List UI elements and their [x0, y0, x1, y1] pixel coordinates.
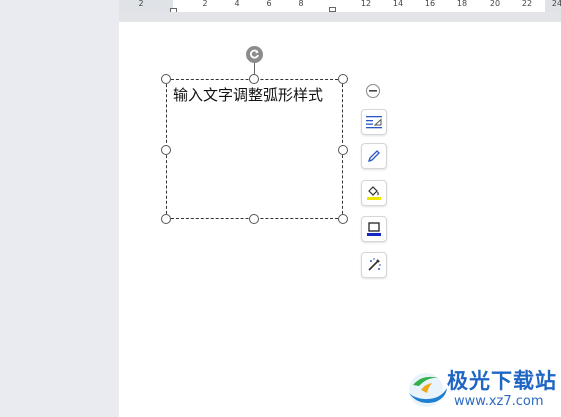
ruler-label: 20: [489, 0, 501, 8]
ruler-label: 4: [234, 0, 240, 8]
ruler-label: 8: [298, 0, 304, 8]
left-gutter: [0, 0, 119, 417]
ruler-label: 18: [456, 0, 468, 8]
watermark-url: www.xz7.com: [454, 394, 544, 409]
resize-handle-right[interactable]: [338, 145, 348, 155]
resize-handle-bottom-right[interactable]: [338, 214, 348, 224]
shape-effects-button[interactable]: [361, 252, 387, 278]
ruler-label: 22: [521, 0, 533, 8]
rotate-handle[interactable]: [246, 46, 263, 63]
wand-icon: [368, 258, 381, 271]
rotate-icon: [250, 49, 259, 59]
resize-handle-top-left[interactable]: [161, 74, 171, 84]
text-wrap-icon: [366, 116, 382, 129]
shape-fill-button[interactable]: [361, 180, 387, 206]
layout-options-button[interactable]: [361, 109, 387, 135]
ruler-label: 14: [392, 0, 404, 8]
ruler-label: 24: [551, 0, 561, 8]
shape-style-button[interactable]: [361, 143, 387, 169]
ruler-label: 12: [360, 0, 372, 8]
rotation-handle-stem: [254, 62, 255, 74]
resize-handle-top[interactable]: [249, 74, 259, 84]
text-box-content[interactable]: 输入文字调整弧形样式: [173, 85, 333, 105]
resize-handle-top-right[interactable]: [338, 74, 348, 84]
text-box[interactable]: 输入文字调整弧形样式: [166, 79, 343, 219]
site-logo-icon: [409, 373, 447, 407]
watermark: 极光下载站 www.xz7.com: [400, 360, 561, 417]
fill-bucket-icon: [367, 186, 381, 200]
ruler-label: 16: [424, 0, 436, 8]
shape-outline-icon: [367, 222, 381, 236]
page-top-margin: [119, 12, 561, 22]
ruler-label: 2: [138, 0, 144, 8]
watermark-title: 极光下载站: [447, 369, 557, 393]
resize-handle-left[interactable]: [161, 145, 171, 155]
resize-handle-bottom-left[interactable]: [161, 214, 171, 224]
collapse-toolbar-button[interactable]: [366, 84, 380, 98]
shape-outline-button[interactable]: [361, 216, 387, 242]
ruler-label: 2: [202, 0, 208, 8]
resize-handle-bottom[interactable]: [249, 214, 259, 224]
minus-circle-icon: [369, 90, 377, 92]
pen-icon: [367, 150, 380, 163]
ruler-label: 6: [266, 0, 272, 8]
